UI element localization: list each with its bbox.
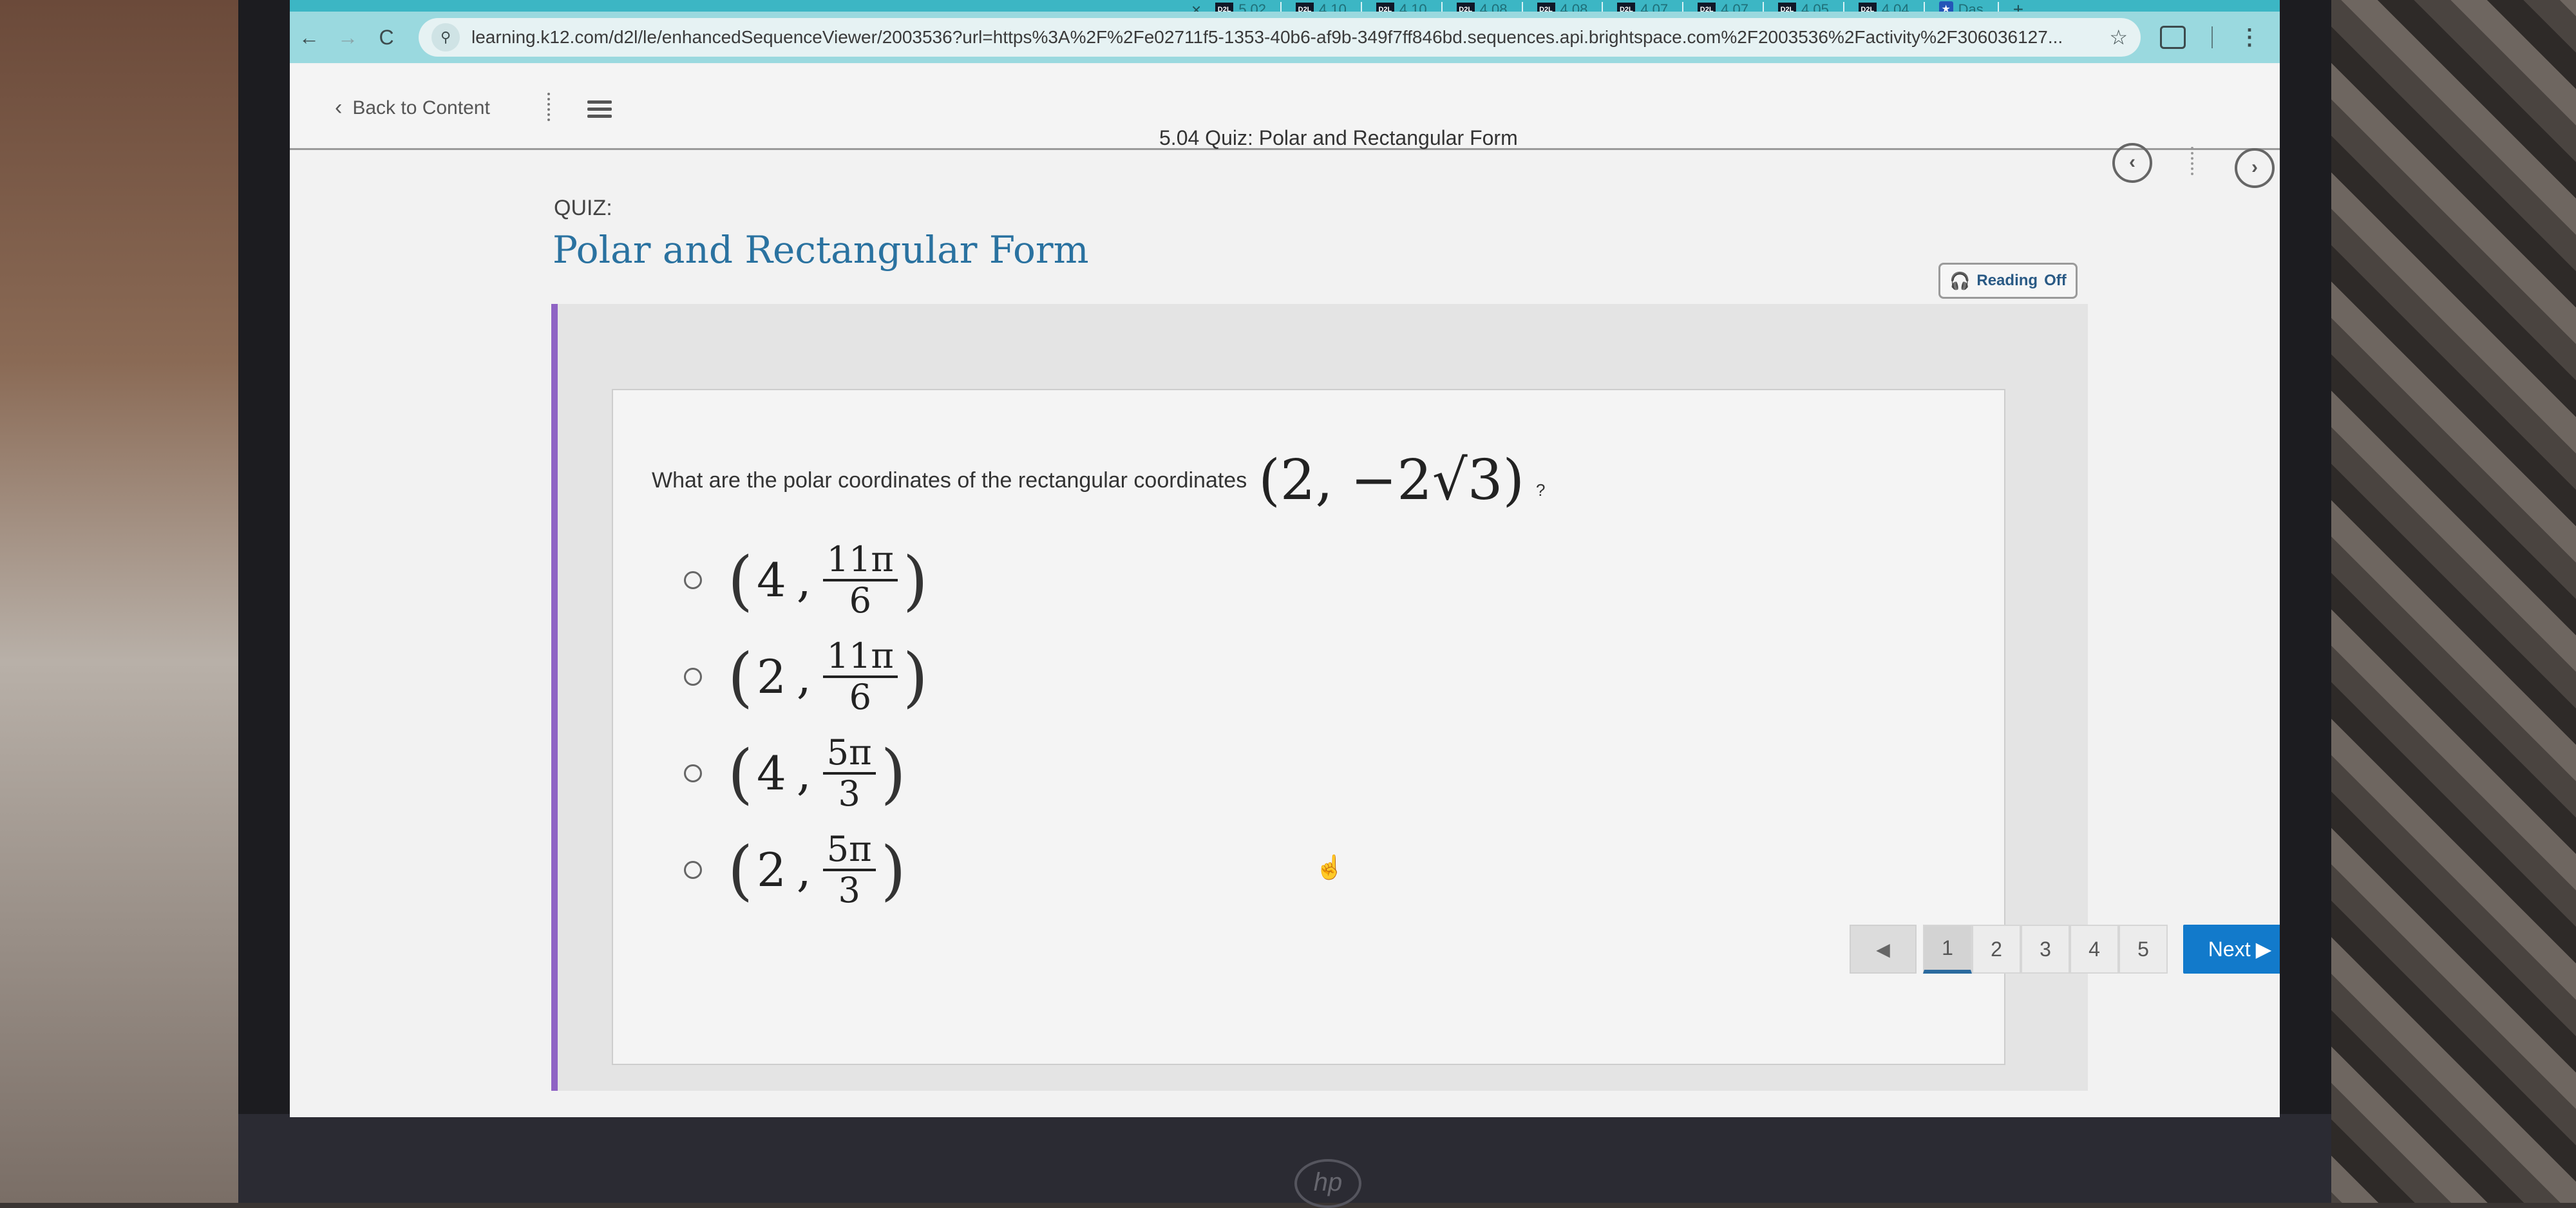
next-activity-button[interactable]: › — [2235, 148, 2275, 188]
radio-button[interactable] — [684, 668, 702, 686]
browser-toolbar: ← → C ⚲ learning.k12.com/d2l/le/enhanced… — [290, 12, 2280, 63]
reading-toggle-button[interactable]: 🎧 Reading Off — [1938, 263, 2078, 299]
back-to-content-label: Back to Content — [352, 97, 490, 118]
extensions-icon[interactable] — [2160, 26, 2186, 49]
question-math: (2, −2√3) — [1258, 448, 1525, 513]
open-paren: ( — [728, 832, 753, 908]
open-paren: ( — [728, 542, 753, 618]
theta-denominator: 3 — [838, 773, 860, 814]
option-r: 2 — [757, 650, 786, 704]
answer-option[interactable]: ( 2 , 11π 6 ) — [684, 628, 928, 725]
theta-numerator: 5π — [822, 830, 876, 871]
theta-numerator: 11π — [822, 637, 898, 678]
answer-option[interactable]: ( 4 , 5π 3 ) — [684, 725, 928, 822]
theta-denominator: 6 — [849, 677, 871, 717]
question-text: What are the polar coordinates of the re… — [652, 467, 1247, 493]
quiz-title: Polar and Rectangular Form — [553, 228, 1089, 272]
activity-title: 5.04 Quiz: Polar and Rectangular Form — [1159, 126, 1518, 149]
d2l-header: ‹ Back to Content 5.04 Quiz: Polar and R… — [290, 64, 2280, 188]
next-button[interactable]: Next ▶ — [2183, 925, 2280, 974]
theta-numerator: 11π — [822, 540, 898, 581]
page-button-4[interactable]: 4 — [2070, 925, 2119, 974]
reload-icon[interactable]: C — [367, 26, 406, 50]
option-theta: 5π 3 — [822, 733, 876, 814]
back-arrow-icon[interactable]: ← — [290, 26, 328, 50]
option-comma: , — [796, 650, 811, 704]
page-button-1[interactable]: 1 — [1923, 925, 1972, 974]
close-paren: ) — [902, 639, 928, 715]
bookmark-star-icon[interactable]: ☆ — [2109, 25, 2128, 50]
radio-button[interactable] — [684, 764, 702, 782]
caret-right-icon: ▶ — [2255, 938, 2272, 961]
question-pager: ◀ 1 2 3 4 5 Next ▶ — [1850, 925, 2280, 974]
site-info-icon[interactable]: ⚲ — [431, 23, 460, 52]
forward-arrow-icon[interactable]: → — [328, 26, 367, 50]
hamburger-menu-icon[interactable] — [587, 100, 612, 122]
back-to-content-link[interactable]: ‹ Back to Content — [335, 95, 490, 120]
close-paren: ) — [880, 832, 906, 908]
radio-button[interactable] — [684, 571, 702, 589]
browser-menu-icon[interactable]: ⋮ — [2239, 24, 2260, 50]
headphones-icon: 🎧 — [1949, 270, 1971, 290]
address-bar[interactable]: ⚲ learning.k12.com/d2l/le/enhancedSequen… — [419, 18, 2141, 57]
question-card: What are the polar coordinates of the re… — [612, 389, 2280, 1065]
page-button-3[interactable]: 3 — [2021, 925, 2070, 974]
option-theta: 11π 6 — [822, 637, 898, 717]
option-theta: 5π 3 — [822, 830, 876, 911]
header-divider — [547, 93, 553, 121]
open-paren: ( — [728, 639, 753, 715]
url-text[interactable]: learning.k12.com/d2l/le/enhancedSequence… — [471, 27, 2096, 48]
option-theta: 11π 6 — [822, 540, 898, 621]
previous-activity-button[interactable]: ‹ — [2112, 143, 2152, 183]
close-paren: ) — [902, 542, 928, 618]
toolbar-separator — [2211, 26, 2213, 48]
theta-denominator: 6 — [849, 580, 871, 621]
answer-options: ( 4 , 11π6 ) ( 2 , 11π6 ) ( 4 , 5π3 ) — [684, 532, 928, 918]
radio-button[interactable] — [684, 861, 702, 879]
chevron-left-icon: ‹ — [335, 95, 343, 120]
reading-state: Off — [2044, 272, 2067, 289]
quiz-label: QUIZ: — [554, 196, 612, 220]
question: What are the polar coordinates of the re… — [652, 448, 1545, 513]
theta-denominator: 3 — [838, 870, 860, 911]
open-paren: ( — [728, 735, 753, 811]
next-label: Next — [2208, 937, 2251, 961]
page-button-2[interactable]: 2 — [1972, 925, 2021, 974]
option-r: 2 — [757, 843, 786, 897]
close-paren: ) — [880, 735, 906, 811]
option-comma: , — [796, 746, 811, 800]
hp-logo: hp — [1294, 1159, 1361, 1208]
background-left — [0, 0, 245, 1203]
reading-label: Reading — [1976, 272, 2038, 289]
screen: × D2L 5.02 D2L 4.10 D2L 4.10 D2L 4.08 D2L 4.0… — [290, 0, 2280, 1117]
laptop-bezel-bottom — [238, 1114, 2331, 1203]
theta-numerator: 5π — [822, 733, 876, 775]
previous-page-button[interactable]: ◀ — [1850, 925, 1917, 974]
background-right — [2306, 0, 2576, 1203]
option-comma: , — [796, 553, 811, 607]
header-divider — [2191, 147, 2193, 175]
option-comma: , — [796, 843, 811, 897]
option-r: 4 — [757, 746, 786, 800]
answer-option[interactable]: ( 2 , 5π 3 ) — [684, 822, 928, 918]
option-r: 4 — [757, 553, 786, 607]
answer-option[interactable]: ( 4 , 11π 6 ) — [684, 532, 928, 628]
hand-cursor-icon: ☝ — [1315, 854, 1344, 880]
page-button-5[interactable]: 5 — [2119, 925, 2168, 974]
question-mark: ? — [1536, 480, 1546, 500]
